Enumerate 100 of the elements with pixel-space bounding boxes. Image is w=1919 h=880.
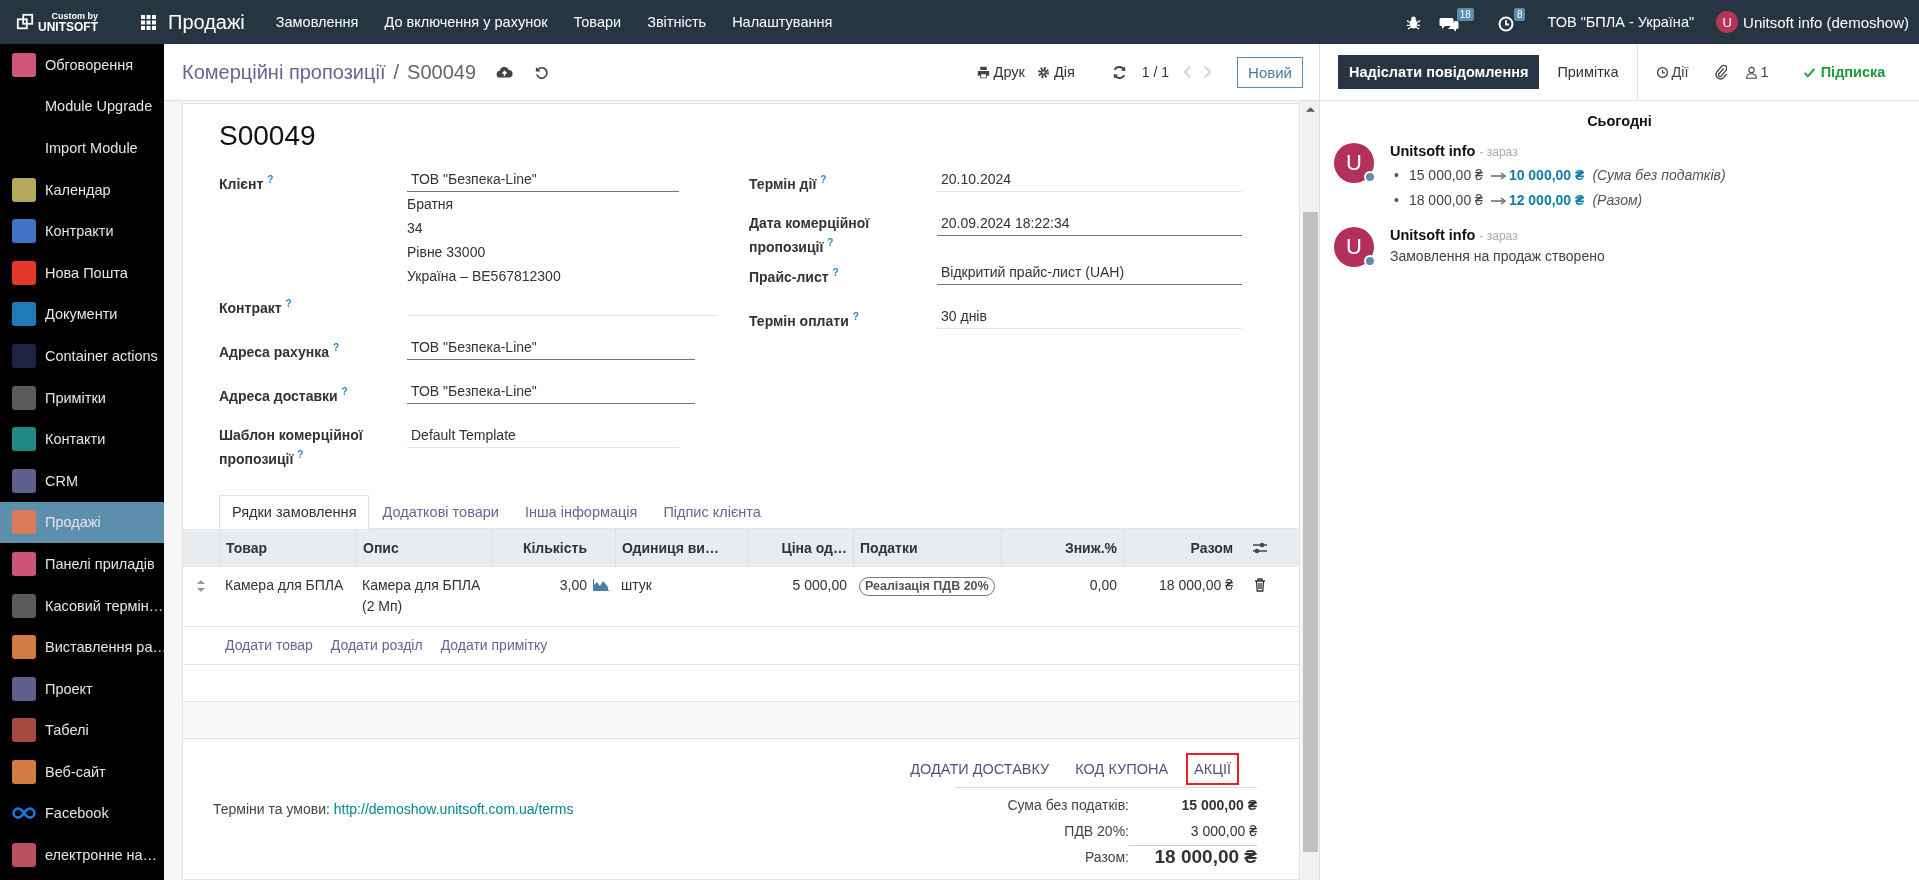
followers-button[interactable]: 1 — [1726, 44, 1787, 100]
tab[interactable]: Рядки замовлення — [219, 494, 370, 529]
avatar[interactable]: U — [1334, 143, 1374, 183]
sidebar-item[interactable]: Контакти — [0, 418, 164, 460]
sidebar-item[interactable]: Примітки — [0, 376, 164, 419]
sidebar-item[interactable]: Веб-сайт — [0, 751, 164, 793]
column-header[interactable]: Товар — [219, 528, 356, 567]
sidebar-item[interactable]: Касовий термін… — [0, 584, 164, 627]
breadcrumb-link[interactable]: Комерційні пропозиції — [182, 60, 386, 84]
footer-button[interactable]: КОД КУПОНА — [1067, 752, 1177, 785]
table-cell-text: Камера для БПЛА — [224, 575, 345, 595]
paperclip-icon[interactable] — [1714, 64, 1727, 80]
sidebar-item[interactable]: Календар — [0, 168, 164, 211]
sidebar-item[interactable]: Проект — [0, 667, 164, 710]
record-title: S00049 — [219, 120, 317, 152]
field-label: Контракт $^{?}$ — [219, 297, 292, 318]
sidebar-item[interactable]: Табелі — [0, 709, 164, 752]
sidebar-item[interactable]: Обговорення — [0, 44, 164, 86]
column-header[interactable]: Кількість — [491, 528, 593, 567]
old-value: 18 000,00 ₴ — [1408, 192, 1483, 208]
sidebar-item[interactable]: електронне на… — [0, 834, 164, 876]
menu-item[interactable]: Звітність — [647, 14, 707, 30]
avatar[interactable]: U — [1334, 227, 1374, 267]
column-header[interactable]: Ціна од… — [748, 528, 853, 567]
add-line-link[interactable]: Додати розділ — [330, 637, 423, 654]
breadcrumb-current: S00049 — [407, 60, 477, 84]
column-header[interactable]: Одиниця ви… — [615, 528, 748, 567]
terms-link[interactable]: http://demoshow.unitsoft.com.ua/terms — [333, 800, 574, 817]
field-value[interactable]: 30 днів — [937, 302, 1242, 329]
send-message-button[interactable]: Надіслати повідомлення — [1338, 55, 1540, 89]
menu-item[interactable]: Налаштування — [732, 14, 833, 30]
add-line-link[interactable]: Додати примітку — [440, 637, 548, 654]
print-button[interactable]: Друк — [970, 64, 1031, 80]
footer-button[interactable]: АКЦІЇ — [1186, 752, 1239, 785]
logo-icon — [16, 13, 34, 31]
input-field[interactable]: ТОВ "Безпека-Line" — [407, 378, 695, 404]
scrollbar[interactable] — [1302, 101, 1319, 880]
column-header[interactable]: Податки — [853, 528, 1001, 567]
sidebar-item[interactable]: Контракти — [0, 210, 164, 252]
company-switcher[interactable]: ТОВ "БПЛА - Україна" — [1547, 14, 1695, 30]
field-value[interactable]: Default Template — [407, 422, 679, 448]
sidebar-item[interactable]: Нова Пошта — [0, 251, 164, 294]
area-chart-icon[interactable] — [593, 578, 609, 591]
sidebar-item[interactable]: Module Upgrade — [0, 85, 164, 128]
sidebar-item[interactable]: Import Module — [0, 127, 164, 169]
input-field[interactable]: ТОВ "Безпека-Line" — [407, 166, 679, 192]
activities-button[interactable]: Дії — [1636, 44, 1707, 100]
field-value[interactable]: 20.10.2024 — [937, 166, 1242, 192]
tracked-field: (Разом) — [1592, 192, 1643, 208]
table-cell-text: Камера для БПЛА (2 Мп) — [361, 575, 482, 616]
action-button[interactable]: Дія — [1030, 64, 1081, 80]
column-header[interactable]: Разом — [1123, 528, 1239, 567]
sidebar-item[interactable]: Facebook — [0, 792, 164, 835]
tab[interactable]: Підпис клієнта — [650, 494, 774, 529]
tracked-field: (Сума без податків) — [1592, 167, 1726, 183]
logo-name: UNITSOFT — [38, 20, 98, 33]
bug-icon[interactable] — [1405, 14, 1421, 30]
follow-button[interactable]: Підписка — [1786, 64, 1902, 80]
drag-handle-icon[interactable] — [196, 578, 206, 593]
person-icon — [1744, 65, 1758, 79]
user-avatar[interactable]: U — [1716, 11, 1739, 33]
new-value: 12 000,00 ₴ — [1508, 192, 1585, 208]
column-header[interactable]: Зниж.% — [1001, 528, 1123, 567]
app-grid-icon[interactable] — [141, 14, 156, 30]
new-value: 10 000,00 ₴ — [1508, 167, 1585, 183]
sidebar-item[interactable]: Панелі приладів — [0, 543, 164, 585]
add-line-link[interactable]: Додати товар — [225, 637, 313, 654]
field-label: Шаблон комерційної пропозиції $^{?}$ — [219, 426, 364, 469]
table-cell-text: 3,00 — [558, 575, 588, 595]
field-label: Клієнт $^{?}$ — [219, 173, 274, 194]
message-time: - зараз — [1479, 229, 1518, 243]
user-menu[interactable]: Unitsoft info (demoshow) — [1743, 13, 1909, 31]
column-header[interactable]: Опис — [356, 528, 491, 567]
new-button[interactable]: Новий — [1237, 56, 1303, 88]
footer-button[interactable]: ДОДАТИ ДОСТАВКУ — [902, 752, 1058, 785]
input-field[interactable]: Відкритий прайс-лист (UAH) — [937, 258, 1242, 285]
terms-label: Терміни та умови: — [213, 800, 330, 817]
message-author[interactable]: Unitsoft info — [1390, 227, 1476, 243]
menu-item[interactable]: До включення у рахунок — [384, 14, 548, 30]
menu-item[interactable]: Замовлення — [275, 14, 359, 30]
sidebar-item[interactable]: Container actions — [0, 335, 164, 377]
log-note-button[interactable]: Примітка — [1539, 44, 1637, 100]
table-cell-text: штук — [620, 575, 653, 595]
chat-icon[interactable] — [1438, 16, 1459, 32]
input-field[interactable]: ТОВ "Безпека-Line" — [407, 334, 695, 360]
app-name[interactable]: Продажі — [168, 10, 245, 34]
cloud-upload-icon[interactable] — [496, 64, 514, 80]
menu-item[interactable]: Товари — [573, 14, 622, 30]
scroll-up-icon[interactable] — [1306, 106, 1315, 112]
column-settings-icon[interactable] — [1252, 540, 1268, 555]
message-author[interactable]: Unitsoft info — [1390, 143, 1476, 159]
address-line: Рівне 33000 — [407, 243, 487, 262]
sidebar-item[interactable]: Документи — [0, 293, 164, 336]
input-field[interactable]: 20.09.2024 18:22:34 — [937, 210, 1242, 236]
tab[interactable]: Додаткові товари — [369, 494, 512, 529]
undo-icon[interactable] — [533, 64, 551, 80]
sidebar-item[interactable]: CRM — [0, 459, 164, 502]
trash-icon[interactable] — [1254, 577, 1266, 592]
tab[interactable]: Інша інформація — [511, 494, 651, 529]
logo[interactable]: Custom by UNITSOFT — [16, 11, 116, 33]
